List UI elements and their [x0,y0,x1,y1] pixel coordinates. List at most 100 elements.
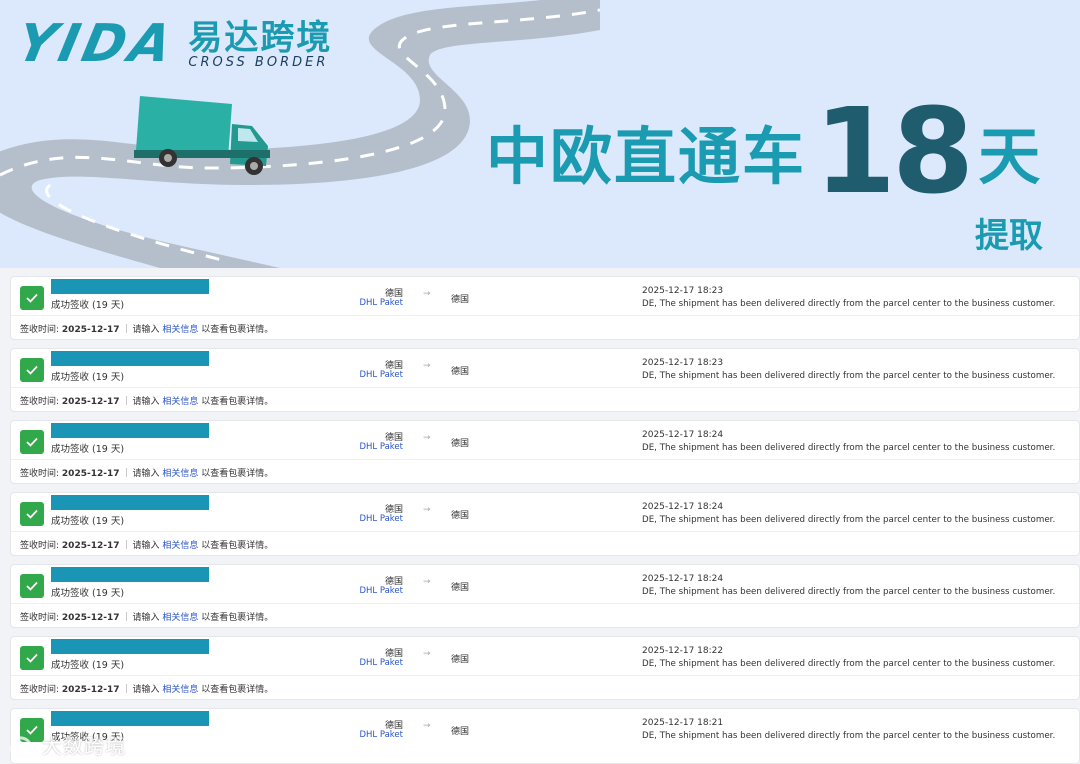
watermark-text: 大数跨境 [42,734,126,758]
related-info-link[interactable]: 相关信息 [162,613,198,623]
redacted-tracking-number [51,423,209,438]
footer-separator [125,540,127,549]
watermark: 大数跨境 [8,730,126,759]
footer-date: 2025-12-17 [61,397,120,407]
footer-separator [125,684,127,693]
footer-prompt: 请输入 [132,541,160,551]
check-icon [20,574,44,598]
delivery-status: 成功签收 (19 天) [51,444,125,455]
logo-chinese-name: 易达跨境 [188,18,333,58]
footer-suffix: 以查看包裹详情。 [201,613,274,623]
delivery-status: 成功签收 (19 天) [51,300,125,311]
card-footer: 签收时间: 2025-12-17 请输入 相关信息 以查看包裹详情。 [20,538,273,551]
related-info-link[interactable]: 相关信息 [162,541,198,551]
divider [11,531,1079,532]
route-arrow-icon: → [423,289,431,299]
footer-date: 2025-12-17 [61,685,120,695]
delivery-status: 成功签收 (19 天) [51,372,125,383]
divider [11,387,1079,388]
check-icon [20,286,44,310]
shipment-card[interactable]: 成功签收 (19 天) 德国 DHL Paket → 德国 2025-12-17… [10,420,1080,484]
footer-label: 签收时间: [20,613,60,623]
footer-prompt: 请输入 [132,685,160,695]
route-arrow-icon: → [423,721,431,731]
route-arrow-icon: → [423,649,431,659]
destination-country: 德国 [451,295,470,305]
redacted-tracking-number [51,351,209,366]
carrier-link[interactable]: DHL Paket [356,370,403,380]
banner-subheadline: 提取 [975,216,1043,256]
watermark-logo-icon [10,735,32,752]
footer-suffix: 以查看包裹详情。 [201,397,274,407]
shipment-card[interactable]: 成功签收 (19 天) 德国 DHL Paket → 德国 2025-12-17… [10,348,1080,412]
footer-label: 签收时间: [20,397,60,407]
carrier-link[interactable]: DHL Paket [356,442,403,452]
footer-label: 签收时间: [20,325,60,335]
related-info-link[interactable]: 相关信息 [162,685,198,695]
footer-prompt: 请输入 [132,613,160,623]
event-time: 2025-12-17 18:24 [642,574,724,584]
card-footer: 签收时间: 2025-12-17 请输入 相关信息 以查看包裹详情。 [20,682,273,695]
event-description: DE, The shipment has been delivered dire… [642,659,1056,669]
redacted-tracking-number [51,567,209,582]
event-description: DE, The shipment has been delivered dire… [642,443,1056,453]
check-icon [20,430,44,454]
event-time: 2025-12-17 18:24 [642,502,724,512]
delivery-status: 成功签收 (19 天) [51,660,125,671]
event-description: DE, The shipment has been delivered dire… [642,299,1056,309]
footer-date: 2025-12-17 [61,325,120,335]
delivery-status: 成功签收 (19 天) [51,588,125,599]
destination-country: 德国 [451,583,470,593]
card-footer: 签收时间: 2025-12-17 请输入 相关信息 以查看包裹详情。 [20,322,273,335]
shipment-card[interactable]: 成功签收 (19 天) 德国 DHL Paket → 德国 2025-12-17… [10,276,1080,340]
related-info-link[interactable]: 相关信息 [162,325,198,335]
carrier-link[interactable]: DHL Paket [356,298,403,308]
shipment-card[interactable]: 成功签收 (19 天) 德国 DHL Paket → 德国 2025-12-17… [10,492,1080,556]
redacted-tracking-number [51,639,209,654]
event-description: DE, The shipment has been delivered dire… [642,587,1056,597]
shipment-card[interactable]: 成功签收 (19 天) 德国 DHL Paket → 德国 2025-12-17… [10,708,1080,764]
divider [11,459,1079,460]
event-description: DE, The shipment has been delivered dire… [642,731,1056,741]
card-footer: 签收时间: 2025-12-17 请输入 相关信息 以查看包裹详情。 [20,394,273,407]
carrier-link[interactable]: DHL Paket [356,514,403,524]
related-info-link[interactable]: 相关信息 [162,469,198,479]
footer-date: 2025-12-17 [61,613,120,623]
destination-country: 德国 [451,367,470,377]
logo-wordmark: YIDA [11,14,181,74]
headline-number: 18 [814,82,974,220]
shipment-card[interactable]: 成功签收 (19 天) 德国 DHL Paket → 德国 2025-12-17… [10,564,1080,628]
headline-text: 中欧直通车 [486,120,807,193]
footer-separator [125,396,127,405]
redacted-tracking-number [51,711,209,726]
footer-label: 签收时间: [20,541,60,551]
carrier-link[interactable]: DHL Paket [356,586,403,596]
footer-label: 签收时间: [20,685,60,695]
destination-country: 德国 [451,727,470,737]
redacted-tracking-number [51,495,209,510]
divider [11,315,1079,316]
divider [11,603,1079,604]
divider [11,675,1079,676]
footer-prompt: 请输入 [132,397,160,407]
route-arrow-icon: → [423,577,431,587]
event-description: DE, The shipment has been delivered dire… [642,371,1056,381]
footer-label: 签收时间: [20,469,60,479]
logo-subtitle: CROSS BORDER [188,55,329,70]
related-info-link[interactable]: 相关信息 [162,397,198,407]
delivery-status: 成功签收 (19 天) [51,516,125,527]
event-description: DE, The shipment has been delivered dire… [642,515,1056,525]
footer-prompt: 请输入 [132,469,160,479]
brand-logo: YIDA 易达跨境 CROSS BORDER [12,14,333,74]
carrier-link[interactable]: DHL Paket [356,658,403,668]
shipment-list: 成功签收 (19 天) 德国 DHL Paket → 德国 2025-12-17… [0,268,1080,764]
carrier-link[interactable]: DHL Paket [356,730,403,740]
destination-country: 德国 [451,439,470,449]
promo-banner: YIDA 易达跨境 CROSS BORDER 中欧直通车 18 天 提取 [0,0,1080,268]
footer-prompt: 请输入 [132,325,160,335]
footer-separator [125,612,127,621]
destination-country: 德国 [451,511,470,521]
shipment-card[interactable]: 成功签收 (19 天) 德国 DHL Paket → 德国 2025-12-17… [10,636,1080,700]
route-arrow-icon: → [423,361,431,371]
check-icon [20,646,44,670]
